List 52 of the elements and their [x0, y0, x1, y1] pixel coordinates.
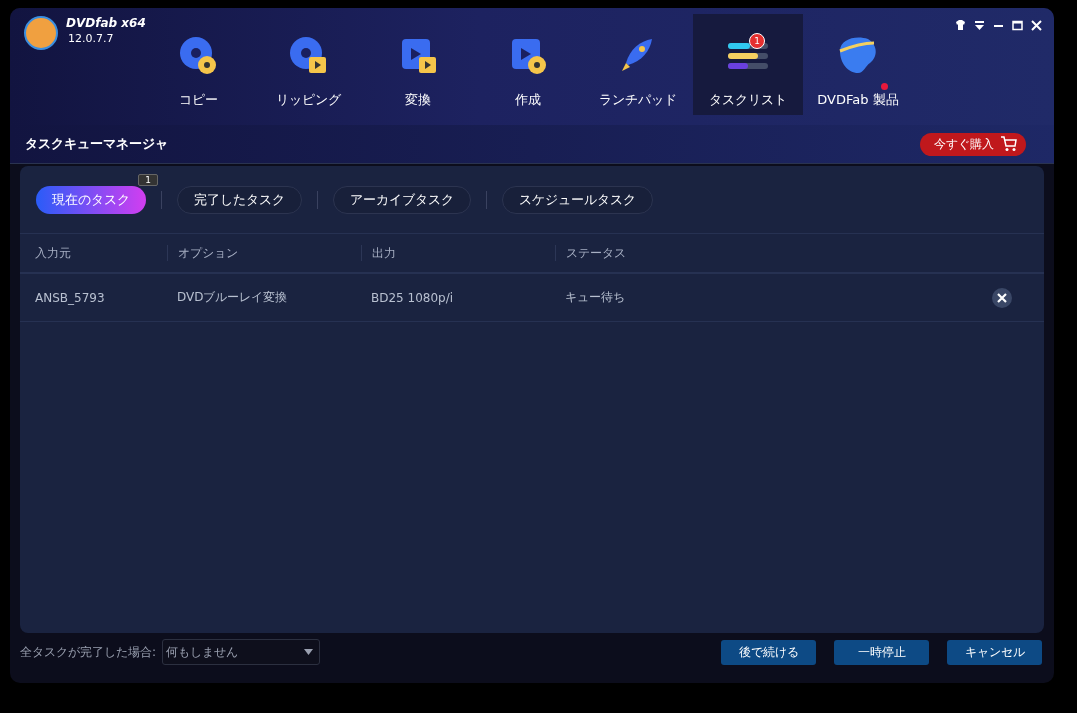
- nav-label: 作成: [515, 91, 541, 109]
- tab[interactable]: スケジュールタスク: [502, 185, 653, 214]
- tab[interactable]: アーカイブタスク: [333, 185, 471, 214]
- list-icon: [728, 43, 768, 69]
- shirt-icon[interactable]: [955, 20, 966, 31]
- disc-film-icon: [290, 37, 326, 73]
- nav-item[interactable]: 作成: [473, 14, 583, 115]
- close-icon[interactable]: [1031, 20, 1042, 31]
- column-header: ステータス: [555, 245, 724, 261]
- tab[interactable]: 現在のタスク: [36, 185, 146, 214]
- action-dropdown[interactable]: 何もしません: [162, 639, 321, 665]
- nav-label: タスクリスト: [709, 91, 787, 109]
- count-badge: 1: [749, 33, 765, 49]
- column-header: 出力: [361, 245, 555, 261]
- nav-label: ランチパッド: [599, 91, 677, 109]
- cart-icon: [1000, 136, 1018, 152]
- rocket-icon: [622, 39, 652, 71]
- app-version: 12.0.7.7: [68, 32, 115, 45]
- head-icon: [839, 37, 876, 73]
- film-disc-icon: [512, 39, 546, 74]
- count-badge: 1: [138, 173, 158, 186]
- nav-item[interactable]: ランチパッド: [583, 14, 693, 115]
- table-cell-text: キュー待ち: [564, 289, 626, 306]
- completion-label: 全タスクが完了した場合:: [20, 643, 157, 661]
- close-icon: [997, 292, 1007, 303]
- tab[interactable]: 完了したタスク: [177, 185, 302, 214]
- nav-item[interactable]: 変換: [363, 14, 473, 115]
- footer-button[interactable]: 一時停止: [834, 639, 929, 665]
- nav-label: 変換: [405, 91, 431, 109]
- app-name: DVDfab x64: [66, 16, 146, 30]
- column-header: 入力元: [34, 245, 72, 261]
- table-cell-text: ANSB_5793: [34, 290, 106, 305]
- nav-item[interactable]: DVDFab 製品: [803, 14, 913, 115]
- dropdown-arrow-icon: [304, 649, 314, 655]
- nav-item[interactable]: タスクリスト 1: [693, 14, 803, 115]
- column-header: オプション: [167, 245, 361, 261]
- nav-label: コピー: [178, 91, 218, 109]
- disc-icon: [180, 37, 216, 74]
- app-logo: [24, 16, 58, 50]
- buy-button[interactable]: 今すぐ購入: [920, 132, 1026, 156]
- maximize-icon[interactable]: [1012, 20, 1023, 31]
- footer-button[interactable]: キャンセル: [947, 639, 1042, 665]
- nav-label: DVDFab 製品: [817, 91, 899, 109]
- table-cell-text: DVDブルーレイ変換: [176, 289, 289, 306]
- nav-item[interactable]: リッピング: [253, 14, 363, 115]
- remove-button[interactable]: [992, 287, 1012, 308]
- menu-icon[interactable]: [974, 20, 985, 31]
- film-icon: [402, 39, 436, 73]
- table-cell-text: BD25 1080p/i: [370, 290, 455, 305]
- footer-button[interactable]: 後で続ける: [721, 639, 816, 665]
- nav-label: リッピング: [275, 91, 341, 109]
- page-title: タスクキューマネージャ: [25, 135, 168, 153]
